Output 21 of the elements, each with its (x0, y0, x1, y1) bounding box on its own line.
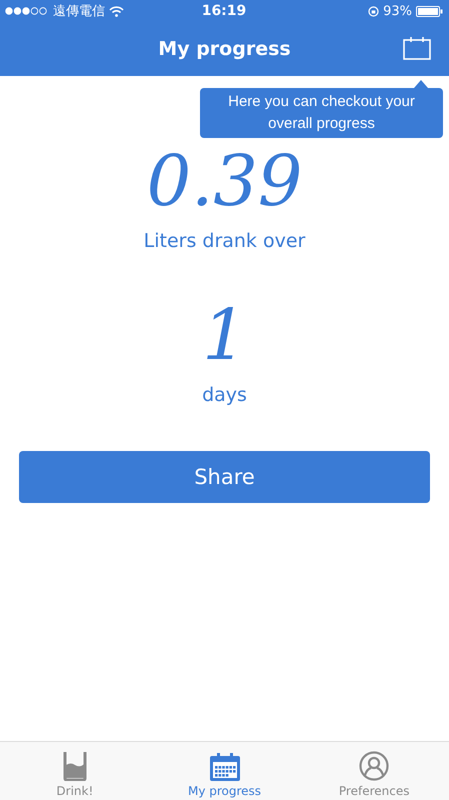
share-button[interactable]: Share (19, 451, 430, 503)
carrier-name: 遠傳電信 (53, 3, 105, 20)
days-label: days (202, 384, 247, 406)
person-icon (359, 751, 390, 781)
screen-title: My progress (158, 38, 291, 60)
liters-label: Liters drank over (144, 230, 306, 252)
battery-icon (416, 6, 443, 16)
tooltip-text: Here you can checkout your overall progress (227, 92, 416, 134)
battery-percent: 93% (383, 4, 412, 18)
tab-item[interactable]: My progress (150, 742, 300, 800)
tab-item[interactable]: Drink! (0, 742, 150, 800)
liters-value: 0.39 (146, 139, 302, 224)
tab-item[interactable]: Preferences (299, 742, 449, 800)
calendar-icon[interactable] (403, 36, 431, 60)
rotation-lock-icon (368, 6, 380, 16)
days-value: 1 (202, 293, 247, 378)
status-time: 16:19 (202, 3, 246, 19)
glass-icon (62, 751, 87, 781)
signal-icon (5, 7, 49, 15)
wifi-icon (109, 6, 124, 16)
calendar-icon (210, 753, 240, 781)
